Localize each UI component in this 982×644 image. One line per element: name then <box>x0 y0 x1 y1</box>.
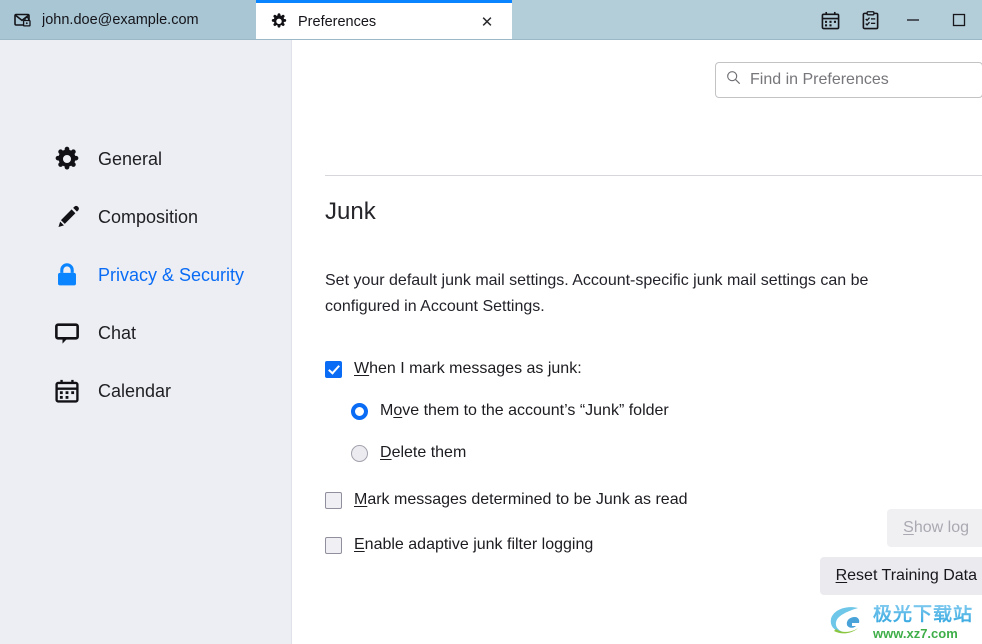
section-divider <box>325 175 982 176</box>
tab-mail-account[interactable]: john.doe@example.com <box>0 0 256 40</box>
accesskey: S <box>903 519 914 536</box>
search-input[interactable] <box>750 71 972 89</box>
reset-training-data-button[interactable]: Reset Training Data <box>819 557 982 595</box>
show-log-button[interactable]: Show log <box>887 509 982 547</box>
junk-options: When I mark messages as junk: Move them … <box>325 348 965 566</box>
tab-preferences[interactable]: Preferences ✕ <box>256 0 512 40</box>
title-bar: john.doe@example.com Preferences ✕ <box>0 0 982 40</box>
accesskey: D <box>380 444 392 461</box>
label-rest: eset Training Data <box>847 567 977 584</box>
option-label: Mark messages determined to be Junk as r… <box>354 491 688 509</box>
pencil-icon <box>54 204 80 230</box>
option-delete-them[interactable]: Delete them <box>325 432 965 474</box>
option-label: Move them to the account’s “Junk” folder <box>380 402 669 420</box>
sidebar-item-label: General <box>98 148 163 169</box>
search-box[interactable] <box>715 62 982 98</box>
maximize-button[interactable] <box>936 0 982 40</box>
sidebar-item-privacy-security[interactable]: Privacy & Security <box>0 246 291 304</box>
gear-icon <box>54 146 80 172</box>
checkbox-mark-messages-as-junk[interactable] <box>325 360 342 378</box>
preferences-sidebar: General Composition Privacy & Security C… <box>0 40 292 644</box>
sidebar-item-label: Composition <box>98 206 199 227</box>
close-icon[interactable]: ✕ <box>476 11 498 33</box>
sidebar-item-general[interactable]: General <box>0 130 291 188</box>
radio-move-to-junk-folder[interactable] <box>351 402 368 420</box>
calendar-icon <box>54 378 80 404</box>
calendar-icon[interactable] <box>810 0 850 40</box>
search-icon <box>726 70 741 90</box>
sidebar-item-label: Privacy & Security <box>98 264 245 285</box>
label-rest: hen I mark messages as junk: <box>369 360 582 377</box>
search-row <box>715 62 982 98</box>
label-rest: ve them to the account’s “Junk” folder <box>402 402 669 419</box>
accesskey: E <box>354 536 365 553</box>
option-mark-junk-as-read[interactable]: Mark messages determined to be Junk as r… <box>325 479 965 521</box>
label-pre: M <box>380 402 394 419</box>
sidebar-item-chat[interactable]: Chat <box>0 304 291 362</box>
tab-mail-account-label: john.doe@example.com <box>42 12 199 28</box>
mail-lock-icon <box>14 11 32 29</box>
accesskey: M <box>354 491 368 508</box>
chat-bubble-icon <box>54 320 80 346</box>
sidebar-item-composition[interactable]: Composition <box>0 188 291 246</box>
minimize-button[interactable] <box>890 0 936 40</box>
preferences-window: john.doe@example.com Preferences ✕ Gener… <box>0 0 982 644</box>
sidebar-item-label: Chat <box>98 322 137 343</box>
option-mark-messages-as-junk[interactable]: When I mark messages as junk: <box>325 348 965 390</box>
page-title: Junk <box>325 198 376 225</box>
accesskey: W <box>354 360 370 377</box>
gear-icon <box>270 13 288 31</box>
lock-icon <box>54 262 80 288</box>
titlebar-buttons <box>810 0 982 40</box>
section-description: Set your default junk mail settings. Acc… <box>325 272 869 315</box>
label-rest: how log <box>913 519 969 536</box>
titlebar-spacer <box>512 0 810 40</box>
accesskey: o <box>393 402 403 419</box>
option-label: Enable adaptive junk filter logging <box>354 536 593 554</box>
sidebar-item-calendar[interactable]: Calendar <box>0 362 291 420</box>
sidebar-item-label: Calendar <box>98 380 172 401</box>
preferences-content: Junk Set your default junk mail settings… <box>293 40 982 644</box>
label-rest: elete them <box>391 444 467 461</box>
label-rest: ark messages determined to be Junk as re… <box>367 491 688 508</box>
tasks-icon[interactable] <box>850 0 890 40</box>
option-move-to-junk-folder[interactable]: Move them to the account’s “Junk” folder <box>325 390 965 432</box>
checkbox-adaptive-junk-logging[interactable] <box>325 536 342 554</box>
radio-delete-them[interactable] <box>351 444 368 462</box>
label-rest: nable adaptive junk filter logging <box>364 536 594 553</box>
tab-preferences-label: Preferences <box>298 13 377 30</box>
option-label: When I mark messages as junk: <box>354 360 582 378</box>
option-label: Delete them <box>380 444 466 462</box>
accesskey: R <box>835 567 848 584</box>
checkbox-mark-junk-as-read[interactable] <box>325 491 342 509</box>
